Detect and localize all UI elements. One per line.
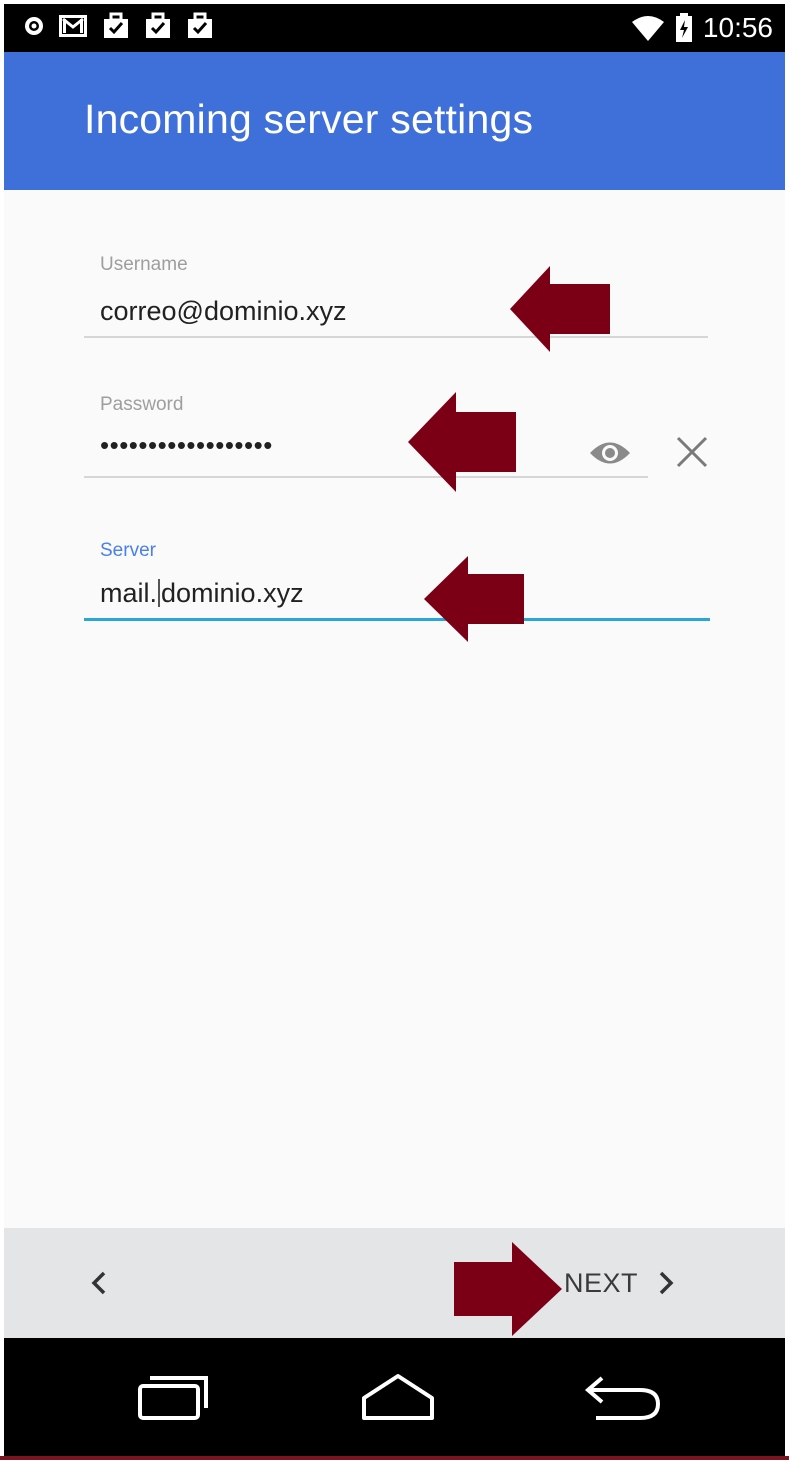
username-input[interactable]: correo@dominio.xyz — [100, 296, 347, 327]
annotation-arrow-left-icon — [408, 392, 516, 492]
server-input[interactable]: mail. dominio.xyz — [100, 578, 304, 609]
chevron-right-icon — [659, 1271, 674, 1295]
next-button[interactable]: NEXT — [564, 1253, 714, 1313]
bottom-border — [0, 1456, 789, 1460]
server-label: Server — [100, 540, 156, 561]
password-label: Password — [100, 394, 184, 415]
username-field[interactable]: Username correo@dominio.xyz — [84, 250, 708, 340]
previous-button[interactable] — [74, 1256, 124, 1310]
next-label: NEXT — [564, 1267, 639, 1298]
password-underline — [84, 476, 648, 478]
text-cursor — [158, 579, 161, 607]
username-underline — [84, 336, 708, 338]
chevron-left-icon — [91, 1271, 106, 1295]
server-field[interactable]: Server mail. dominio.xyz — [84, 536, 710, 626]
wifi-icon — [631, 16, 664, 41]
show-password-eye-icon[interactable] — [588, 438, 632, 468]
username-label: Username — [100, 254, 188, 275]
gmail-icon — [59, 15, 87, 37]
clear-password-icon[interactable] — [674, 434, 710, 470]
phone-screen: 10:56 Incoming server settings Username … — [4, 4, 785, 1460]
bottom-action-bar: NEXT — [4, 1228, 785, 1338]
server-underline — [84, 618, 710, 621]
annotation-arrow-left-icon — [510, 266, 610, 352]
server-value-after-cursor: dominio.xyz — [161, 578, 304, 608]
battery-charging-icon — [675, 13, 692, 42]
home-icon[interactable] — [360, 1372, 436, 1424]
system-icons: 10:56 — [631, 10, 773, 46]
back-icon[interactable] — [582, 1372, 664, 1424]
password-field[interactable]: Password •••••••••••••••••• — [84, 390, 708, 482]
annotation-arrow-left-icon — [424, 556, 524, 642]
briefcase-check-icon — [188, 12, 212, 38]
recents-icon[interactable] — [136, 1372, 210, 1422]
clock: 10:56 — [702, 12, 773, 43]
notification-icons — [24, 12, 214, 40]
briefcase-check-icon — [146, 12, 170, 38]
app-bar: Incoming server settings — [4, 52, 785, 190]
system-nav-bar — [4, 1338, 785, 1460]
briefcase-check-icon — [104, 12, 128, 38]
annotation-arrow-right-icon — [454, 1242, 562, 1336]
password-input[interactable]: •••••••••••••••••• — [100, 430, 273, 461]
shield-icon — [25, 17, 43, 35]
page-title: Incoming server settings — [84, 96, 534, 142]
server-value-before-cursor: mail. — [100, 578, 158, 608]
status-bar: 10:56 — [4, 4, 785, 52]
